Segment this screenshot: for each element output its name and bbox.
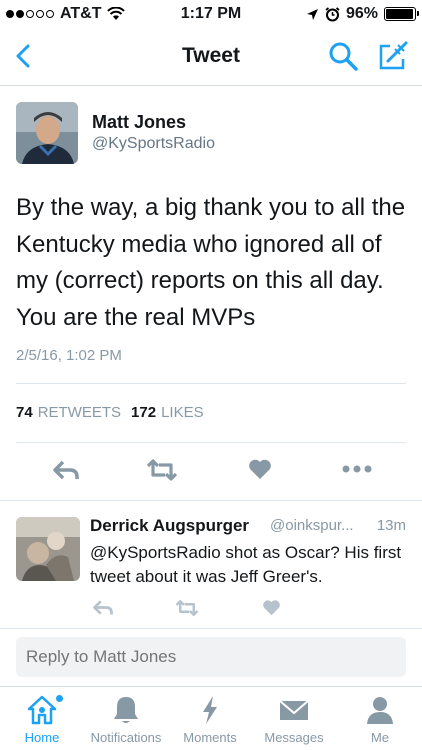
tab-home[interactable]: Home [0,687,84,750]
reply-input[interactable] [16,637,406,677]
reply-time: 13m [376,517,406,534]
retweet-icon[interactable] [145,458,179,482]
likes-label: LIKES [161,404,204,421]
author-name[interactable]: Matt Jones [92,112,186,133]
tab-notifications-label: Notifications [90,730,162,745]
reply-reply-icon[interactable] [92,599,114,616]
likes-count: 172 [131,404,157,421]
retweets-count: 74 [16,404,33,421]
tab-home-label: Home [24,730,60,745]
nav-bar: Tweet [0,30,422,86]
tab-moments[interactable]: Moments [168,687,252,750]
tweet-timestamp: 2/5/16, 1:02 PM [16,347,122,364]
more-options-icon[interactable] [342,465,372,473]
alarm-icon [325,6,340,21]
tweet-stats: 74 RETWEETS 172 LIKES [16,404,204,421]
author-avatar[interactable] [16,102,78,164]
battery-percent: 96% [345,5,378,22]
retweets-stat[interactable]: 74 RETWEETS [16,404,121,421]
likes-stat[interactable]: 172 LIKES [131,404,204,421]
bell-icon [114,697,138,723]
retweets-label: RETWEETS [37,404,122,421]
author-handle[interactable]: @KySportsRadio [92,135,215,153]
divider [16,442,406,443]
like-heart-icon[interactable] [248,458,272,480]
compose-tweet-icon[interactable] [376,39,410,73]
tab-messages-label: Messages [264,730,324,745]
reply-author-handle[interactable]: @oinkspur... [270,517,354,534]
reply-author-avatar[interactable] [16,517,80,581]
home-unread-dot [56,695,63,702]
tab-moments-label: Moments [183,730,237,745]
reply-avatar-image [16,517,80,581]
reply-icon[interactable] [52,459,80,481]
search-icon[interactable] [326,39,360,73]
location-arrow-icon [306,8,318,20]
reply-author-name[interactable]: Derrick Augspurger [90,516,249,536]
tab-notifications[interactable]: Notifications [84,687,168,750]
reply-composer [0,628,422,686]
tab-me[interactable]: Me [338,687,422,750]
divider [16,383,406,384]
home-icon [27,695,57,725]
person-icon [367,697,393,724]
tab-messages[interactable]: Messages [252,687,336,750]
reply-like-heart-icon[interactable] [262,599,281,616]
tab-bar: Home Notifications Moments Messages Me [0,686,422,750]
reply-tweet[interactable]: Derrick Augspurger @oinkspur... 13m @KyS… [0,500,422,628]
reply-text: @KySportsRadio shot as Oscar? His first … [90,543,402,586]
envelope-icon [279,700,309,720]
tab-me-label: Me [370,730,390,745]
status-bar: AT&T 1:17 PM 96% [0,0,422,30]
battery-icon [384,7,419,21]
status-right: 96% [306,5,419,23]
lightning-icon [203,696,217,724]
battery-fill [386,9,413,19]
reply-retweet-icon[interactable] [174,599,200,617]
tweet-text: By the way, a big thank you to all the K… [16,194,406,331]
author-avatar-image [16,102,78,164]
